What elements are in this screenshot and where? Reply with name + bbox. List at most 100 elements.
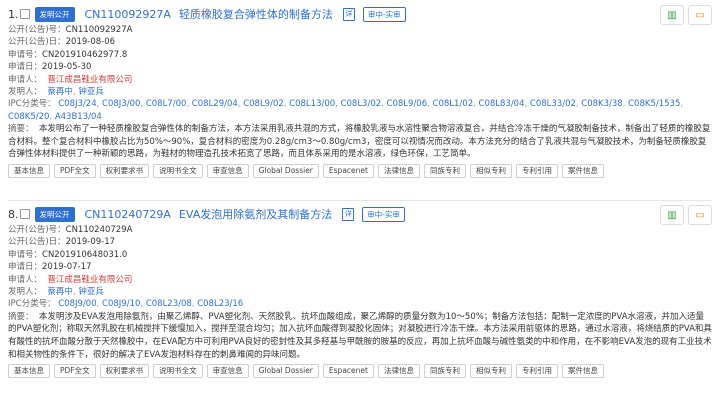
record-title-row: 1. 发明公开 CN110092927A 轻质橡胶复合弹性体的制备方法详审中-实审 ▥ ▭ <box>8 4 712 25</box>
abstract-text: 本发明涉及EVA发泡用除氨剂，由聚乙烯醇、PVA塑化剂、天然胶乳、抗坏血酸组成，… <box>8 311 712 360</box>
patent-title-link[interactable]: 轻质橡胶复合弹性体的制备方法 <box>179 6 333 22</box>
applicant-line: 申请人： 晋江成昌鞋业有限公司 <box>8 274 712 286</box>
record-action-button[interactable]: Espacenet <box>322 164 374 179</box>
record-actions: ▥ ▭ <box>660 5 712 25</box>
field-label: 公开(公告)号： <box>8 25 66 35</box>
field-label: 申请日： <box>8 62 43 73</box>
ipc-code-link[interactable]: C08L83/04 <box>479 99 525 109</box>
ipc-code-link[interactable]: C08L3/02 <box>341 99 382 109</box>
inventor-link[interactable]: 钟亚兵 <box>78 287 104 297</box>
ipc-line: IPC分类号： C08J9/00, C08J9/10, C08L23/08, C… <box>8 299 244 310</box>
record-action-button[interactable]: 法律信息 <box>377 164 420 179</box>
record-action-button[interactable]: Espacenet <box>322 364 374 379</box>
record-action-button[interactable]: 相似专利 <box>469 364 512 379</box>
field-label: 申请号： <box>8 249 43 260</box>
record-action-button[interactable]: 审查信息 <box>206 364 249 379</box>
inventor-link[interactable]: 蔡再中 <box>47 287 73 297</box>
record-action-button[interactable]: Global Dossier <box>252 364 319 379</box>
patent-record: 8. 发明公开 CN110240729A EVA发泡用除氨剂及其制备方法详审中-实审 ▥… <box>8 204 712 379</box>
ipc-code-link[interactable]: C08L13/00 <box>289 99 335 109</box>
abstract-label: 摘要： <box>8 311 34 322</box>
ipc-code-link[interactable]: C08J3/24 <box>58 99 96 109</box>
record-action-button[interactable]: 案件信息 <box>561 164 604 179</box>
record-title-row: 8. 发明公开 CN110240729A EVA发泡用除氨剂及其制备方法详审中-实审 ▥… <box>8 204 712 225</box>
record-action-button[interactable]: 案件信息 <box>561 364 604 379</box>
ipc-code-link[interactable]: C08J9/10 <box>102 299 140 309</box>
ipc-code-link[interactable]: C08L29/04 <box>192 99 238 109</box>
record-action-button[interactable]: 基本信息 <box>8 164 50 179</box>
select-checkbox[interactable] <box>19 9 30 19</box>
field-label: 公开(公告)号： <box>8 225 66 235</box>
record-action-button[interactable]: 专利引用 <box>515 164 558 179</box>
applicant-link[interactable]: 晋江成昌鞋业有限公司 <box>47 275 132 285</box>
open-book-icon[interactable]: ▥ <box>660 5 684 25</box>
detail-icon[interactable]: 详 <box>342 7 355 21</box>
record-action-button[interactable]: 法律信息 <box>377 364 420 379</box>
field-value: CN201910462977.8 <box>42 49 128 60</box>
publication-number-link[interactable]: CN110092927A <box>85 8 171 21</box>
ipc-code-link[interactable]: C08L9/06 <box>387 99 428 109</box>
field-line: 公开(公告)日：2019-08-06 <box>8 36 712 48</box>
ipc-code-link[interactable]: C08L1/02 <box>433 99 474 109</box>
applicant-link[interactable]: 晋江成昌鞋业有限公司 <box>47 75 132 85</box>
field-value: 2019-05-30 <box>42 62 92 73</box>
record-action-button[interactable]: 同族专利 <box>423 164 466 179</box>
ipc-code-link[interactable]: C08K5/1535 <box>628 99 680 109</box>
record-action-button[interactable]: 说明书全文 <box>153 364 203 379</box>
field-value: CN110092927A <box>65 25 133 35</box>
record-action-button[interactable]: 权利要求书 <box>99 364 150 379</box>
record-action-button[interactable]: PDF全文 <box>54 164 96 179</box>
field-label: 申请日： <box>8 262 43 273</box>
open-book-icon[interactable]: ▥ <box>660 205 684 225</box>
field-value: 2019-09-17 <box>65 237 116 248</box>
field-line: 公开(公告)日：2019-09-17 <box>8 236 712 248</box>
inventor-link[interactable]: 钟亚兵 <box>78 87 104 97</box>
field-line: 申请日：2019-07-17 <box>8 261 712 273</box>
ipc-code-link[interactable]: C08L23/16 <box>197 299 243 309</box>
field-line: 申请号：CN201910462977.8 <box>8 49 712 61</box>
ipc-code-link[interactable]: C08L7/00 <box>146 99 187 109</box>
ipc-code-link[interactable]: C08K5/20 <box>8 112 49 122</box>
ipc-label: IPC分类号： <box>8 99 56 110</box>
ipc-code-link[interactable]: C08J9/00 <box>58 299 96 309</box>
record-action-button[interactable]: 同族专利 <box>423 364 466 379</box>
applicant-line: 申请人： 晋江成昌鞋业有限公司 <box>8 74 712 86</box>
record-action-button[interactable]: 基本信息 <box>8 364 50 379</box>
detail-icon[interactable]: 详 <box>342 207 355 221</box>
patent-results-page: 1. 发明公开 CN110092927A 轻质橡胶复合弹性体的制备方法详审中-实审 ▥ ▭… <box>0 0 720 405</box>
ipc-code-link[interactable]: C08L33/02 <box>530 99 576 109</box>
record-action-button[interactable]: 权利要求书 <box>99 164 150 179</box>
abstract-block: 摘要： 本发明公布了一种轻质橡胶复合弹性体的制备方法，本方法采用乳液共混的方式，… <box>8 123 712 161</box>
record-actions: ▥ ▭ <box>660 205 712 225</box>
record-action-button[interactable]: 专利引用 <box>515 364 558 379</box>
record-action-button[interactable]: PDF全文 <box>54 364 96 379</box>
record-index: 8. <box>8 207 19 221</box>
ipc-line: IPC分类号： C08J3/24, C08J3/00, C08L7/00, C0… <box>8 99 684 122</box>
record-action-button[interactable]: 相似专利 <box>469 164 512 179</box>
record-button-bar: 基本信息 PDF全文 权利要求书 说明书全文 审查信息 Global Dossier Esp… <box>8 364 712 379</box>
folder-icon[interactable]: ▭ <box>688 5 712 25</box>
ipc-code-link[interactable]: C08L23/08 <box>146 299 192 309</box>
inventor-link[interactable]: 蔡再中 <box>47 87 73 97</box>
record-action-button[interactable]: 说明书全文 <box>153 164 203 179</box>
field-line: 公开(公告)号：CN110240729A <box>8 224 712 236</box>
ipc-code-link[interactable]: C08K3/38 <box>581 99 622 109</box>
inventor-line: 发明人： 蔡再中, 钟亚兵 <box>8 87 104 98</box>
ipc-code-link[interactable]: C08J3/00 <box>102 99 140 109</box>
ipc-code-link[interactable]: A43B13/04 <box>55 112 102 122</box>
field-label: 公开(公告)日： <box>8 37 66 48</box>
patent-title-link[interactable]: EVA发泡用除氨剂及其制备方法 <box>179 206 332 222</box>
abstract-label: 摘要： <box>8 124 34 135</box>
ipc-code-link[interactable]: C08L9/02 <box>243 99 284 109</box>
patent-record: 1. 发明公开 CN110092927A 轻质橡胶复合弹性体的制备方法详审中-实审 ▥ ▭… <box>8 4 712 179</box>
record-action-button[interactable]: 审查信息 <box>206 164 249 179</box>
publication-number-link[interactable]: CN110240729A <box>85 208 171 221</box>
inventor-line: 发明人： 蔡再中, 钟亚兵 <box>8 287 104 298</box>
ipc-label: IPC分类号： <box>8 299 56 310</box>
select-checkbox[interactable] <box>19 209 30 219</box>
field-line: 申请号：CN201910648031.0 <box>8 249 712 261</box>
record-action-button[interactable]: Global Dossier <box>252 164 319 179</box>
applicant-label: 申请人： <box>8 74 43 85</box>
inventor-label: 发明人： <box>8 87 43 98</box>
folder-icon[interactable]: ▭ <box>688 205 712 225</box>
